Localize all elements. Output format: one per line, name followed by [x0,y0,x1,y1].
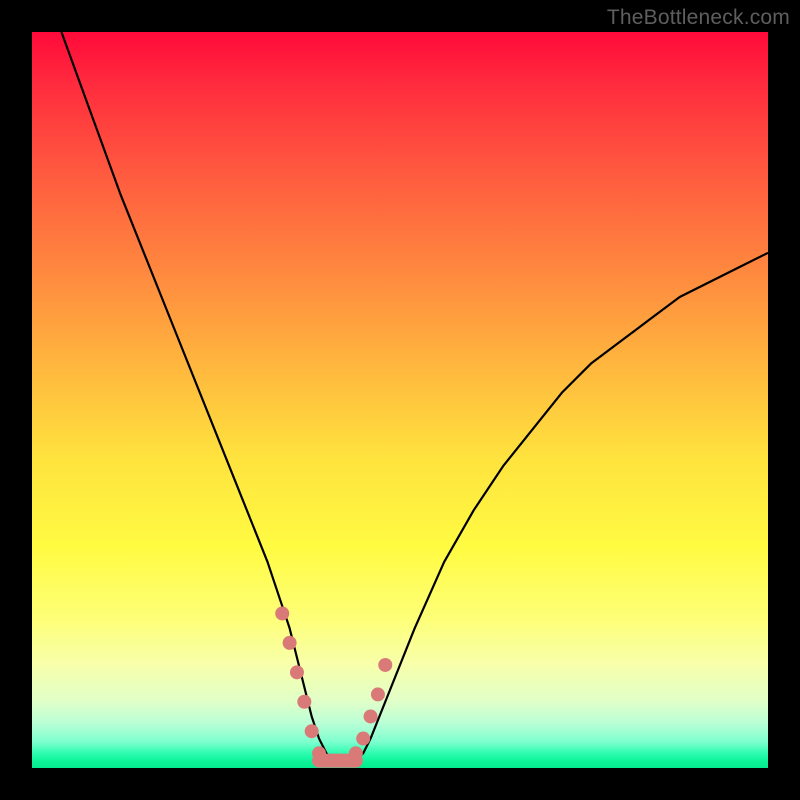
trough-marker [371,687,385,701]
trough-marker [312,746,326,760]
trough-marker [356,732,370,746]
trough-marker [305,724,319,738]
trough-marker [275,606,289,620]
trough-marker [297,695,311,709]
trough-marker [349,746,363,760]
trough-marker [290,665,304,679]
trough-marker [378,658,392,672]
bottleneck-curve [61,32,768,761]
trough-marker [364,709,378,723]
trough-marker [283,636,297,650]
trough-markers-group [275,606,392,760]
curve-group [61,32,768,761]
chart-svg [0,0,800,800]
chart-frame: TheBottleneck.com [0,0,800,800]
